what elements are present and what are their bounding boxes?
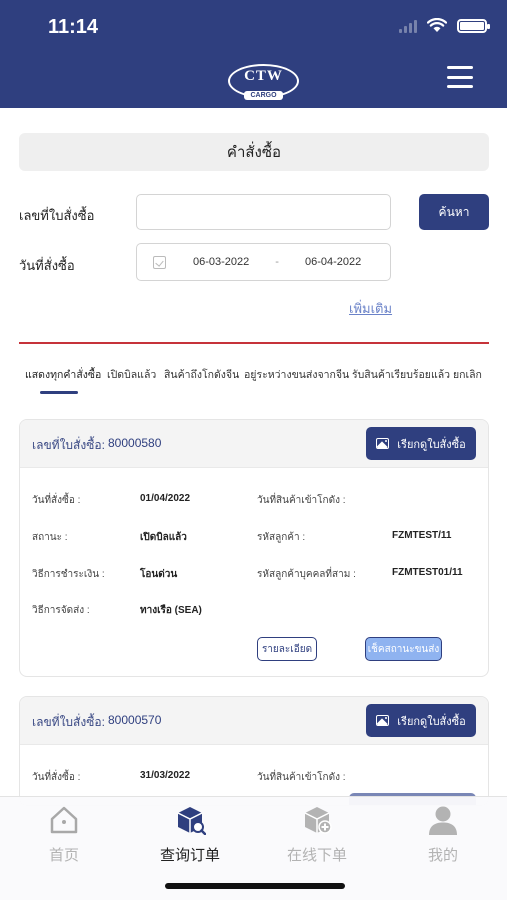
- user-icon: [429, 806, 457, 835]
- tab-received[interactable]: รับสินค้าเรียบร้อยแล้ว: [352, 366, 450, 383]
- ctw-cargo-logo[interactable]: CTW CARGO: [228, 64, 299, 100]
- status-time: 11:14: [48, 16, 99, 38]
- calendar-check-icon: [153, 255, 166, 269]
- order-search-icon: [177, 807, 207, 836]
- divider-line: [19, 342, 489, 344]
- shipping-value: ทางเรือ (SEA): [140, 605, 202, 616]
- date-range-picker[interactable]: 06-03-2022 - 06-04-2022: [136, 243, 391, 281]
- tab-arrived-china-warehouse[interactable]: สินค้าถึงโกดังจีน: [164, 366, 239, 383]
- order-date-label: วันที่สั่งซื้อ :: [32, 495, 81, 506]
- tab-shipping-from-china[interactable]: อยู่ระหว่างขนส่งจากจีน: [244, 366, 349, 383]
- hamburger-menu-icon[interactable]: [447, 66, 473, 88]
- logo-brand: CTW: [244, 68, 283, 84]
- order-card: เลขที่ใบสั่งซื้อ: 80000570 เรียกดูใบสั่ง…: [19, 696, 489, 806]
- view-order-label: เรียกดูใบสั่งซื้อ: [397, 438, 466, 451]
- payment-value: โอนด่วน: [140, 569, 178, 580]
- tab-all-orders[interactable]: แสดงทุกคำสั่งซื้อ: [25, 366, 101, 383]
- image-icon: [376, 715, 390, 726]
- nav-order-add-label: 在线下单: [286, 847, 347, 864]
- nav-order-add[interactable]: 在线下单: [277, 805, 357, 865]
- view-order-label: เรียกดูใบสั่งซื้อ: [397, 715, 466, 728]
- page-title: คำสั่งซื้อ: [19, 133, 489, 171]
- date-from[interactable]: 06-03-2022: [193, 256, 249, 268]
- home-icon: [50, 806, 78, 834]
- nav-profile-label: 我的: [427, 847, 458, 864]
- date-separator: -: [275, 256, 279, 268]
- order-card-header: เลขที่ใบสั่งซื้อ: 80000580 เรียกดูใบสั่ง…: [20, 420, 488, 468]
- active-tab-indicator: [40, 391, 78, 394]
- status-label: สถานะ :: [32, 532, 68, 543]
- home-indicator[interactable]: [165, 883, 345, 889]
- more-filters-link[interactable]: เพิ่มเติม: [349, 298, 392, 319]
- battery-icon: [457, 18, 490, 33]
- nav-order-search-label: 查询订单: [159, 847, 220, 864]
- nav-home-label: 首页: [48, 847, 79, 864]
- cellular-signal-icon: [399, 19, 417, 33]
- order-card: เลขที่ใบสั่งซื้อ: 80000580 เรียกดูใบสั่ง…: [19, 419, 489, 677]
- order-date-value: 31/03/2022: [140, 770, 191, 781]
- order-add-icon: [304, 807, 332, 834]
- track-shipment-button[interactable]: เช็คสถานะขนส่ง: [365, 637, 442, 661]
- image-icon: [376, 438, 390, 449]
- date-to[interactable]: 06-04-2022: [305, 256, 361, 268]
- arrive-date-label: วันที่สินค้าเข้าโกดัง :: [257, 772, 346, 783]
- wifi-icon: [427, 18, 447, 32]
- order-date-label: วันที่สั่งซื้อ: [19, 258, 75, 273]
- customer-code-value: FZMTEST/11: [392, 530, 452, 541]
- order-no-value: 80000570: [108, 713, 162, 727]
- nav-order-search[interactable]: 查询订单: [150, 805, 230, 865]
- payment-label: วิธีการชำระเงิน :: [32, 569, 105, 580]
- order-no-label: เลขที่ใบสั่งซื้อ:: [32, 715, 105, 729]
- order-date-label: วันที่สั่งซื้อ :: [32, 772, 81, 783]
- detail-button[interactable]: รายละเอียด: [257, 637, 317, 661]
- view-order-button[interactable]: เรียกดูใบสั่งซื้อ: [366, 427, 476, 460]
- search-button[interactable]: ค้นหา: [419, 194, 489, 230]
- customer-code-label: รหัสลูกค้า :: [257, 532, 306, 543]
- order-card-header: เลขที่ใบสั่งซื้อ: 80000570 เรียกดูใบสั่ง…: [20, 697, 488, 745]
- shipping-label: วิธีการจัดส่ง :: [32, 605, 90, 616]
- arrive-date-label: วันที่สินค้าเข้าโกดัง :: [257, 495, 346, 506]
- status-tabs: แสดงทุกคำสั่งซื้อ เปิดบิลแล้ว สินค้าถึงโ…: [25, 366, 495, 396]
- tab-billed[interactable]: เปิดบิลแล้ว: [107, 366, 156, 383]
- tab-cancelled[interactable]: ยกเลิก: [453, 366, 482, 383]
- logo-sub: CARGO: [244, 91, 283, 100]
- order-no-label: เลขที่ใบสั่งซื้อ: [19, 208, 95, 223]
- order-no-value: 80000580: [108, 436, 162, 450]
- order-date-value: 01/04/2022: [140, 493, 191, 504]
- view-order-button[interactable]: เรียกดูใบสั่งซื้อ: [366, 704, 476, 737]
- third-party-value: FZMTEST01/11: [392, 567, 463, 578]
- nav-home[interactable]: 首页: [24, 805, 104, 865]
- status-icons: [399, 18, 490, 33]
- third-party-label: รหัสลูกค้าบุคคลที่สาม :: [257, 569, 356, 580]
- status-value: เปิดบิลแล้ว: [140, 532, 187, 543]
- order-no-label: เลขที่ใบสั่งซื้อ:: [32, 438, 105, 452]
- nav-profile[interactable]: 我的: [403, 805, 483, 865]
- order-no-input[interactable]: [136, 194, 391, 230]
- app-header: 11:14 CTW CARGO: [0, 0, 507, 108]
